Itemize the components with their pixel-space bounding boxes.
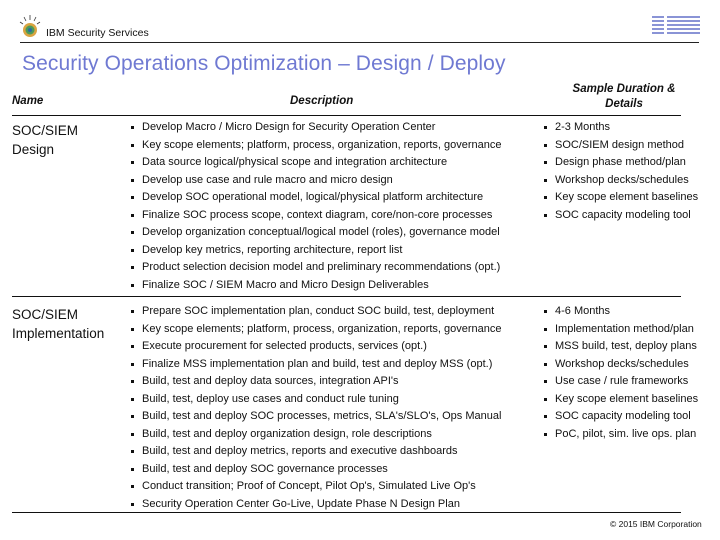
detail-item: SOC capacity modeling tool <box>544 408 698 426</box>
details-list: 2-3 Months SOC/SIEM design method Design p… <box>544 119 698 224</box>
detail-item: Design phase method/plan <box>544 154 698 172</box>
detail-item: 2-3 Months <box>544 119 698 137</box>
description-item: Build, test and deploy SOC processes, me… <box>131 408 502 426</box>
description-item: Build, test and deploy SOC governance pr… <box>131 461 502 479</box>
description-item: Security Operation Center Go-Live, Updat… <box>131 496 502 514</box>
description-list: Prepare SOC implementation plan, conduct… <box>131 303 502 513</box>
description-item: Build, test and deploy organization desi… <box>131 426 502 444</box>
detail-item: Key scope element baselines <box>544 189 698 207</box>
description-item: Develop Macro / Micro Design for Securit… <box>131 119 502 137</box>
brand-label: IBM Security Services <box>46 27 149 39</box>
column-header-name: Name <box>12 95 44 107</box>
copyright: © 2015 IBM Corporation <box>610 519 702 529</box>
ibm-security-globe-icon <box>19 15 41 37</box>
description-item: Conduct transition; Proof of Concept, Pi… <box>131 478 502 496</box>
detail-item: MSS build, test, deploy plans <box>544 338 698 356</box>
footer-rule <box>12 512 681 513</box>
header-divider <box>20 42 699 43</box>
description-item: Finalize SOC / SIEM Macro and Micro Desi… <box>131 277 502 295</box>
description-item: Key scope elements; platform, process, o… <box>131 321 502 339</box>
detail-item: Workshop decks/schedules <box>544 356 698 374</box>
description-item: Finalize SOC process scope, context diag… <box>131 207 502 225</box>
detail-item: Use case / rule frameworks <box>544 373 698 391</box>
description-item: Develop SOC operational model, logical/p… <box>131 189 502 207</box>
detail-item: SOC capacity modeling tool <box>544 207 698 225</box>
row-name: SOC/SIEM Design <box>12 123 79 157</box>
row-name: SOC/SIEM Implementation <box>12 307 105 341</box>
column-header-duration: Sample Duration & Details <box>572 83 676 110</box>
detail-item: Workshop decks/schedules <box>544 172 698 190</box>
description-list: Develop Macro / Micro Design for Securit… <box>131 119 502 294</box>
header-rule <box>12 115 681 116</box>
description-item: Product selection decision model and pre… <box>131 259 502 277</box>
description-item: Build, test and deploy data sources, int… <box>131 373 502 391</box>
column-header-description: Description <box>290 95 354 107</box>
detail-item: 4-6 Months <box>544 303 698 321</box>
row-divider <box>12 296 681 297</box>
description-item: Execute procurement for selected product… <box>131 338 502 356</box>
description-item: Build, test and deploy metrics, reports … <box>131 443 502 461</box>
description-item: Develop use case and rule macro and micr… <box>131 172 502 190</box>
description-item: Finalize MSS implementation plan and bui… <box>131 356 502 374</box>
ibm-striped-logo-icon <box>652 16 700 34</box>
description-item: Develop organization conceptual/logical … <box>131 224 502 242</box>
description-item: Prepare SOC implementation plan, conduct… <box>131 303 502 321</box>
description-item: Develop key metrics, reporting architect… <box>131 242 502 260</box>
detail-item: SOC/SIEM design method <box>544 137 698 155</box>
description-item: Data source logical/physical scope and i… <box>131 154 502 172</box>
description-item: Key scope elements; platform, process, o… <box>131 137 502 155</box>
detail-item: Key scope element baselines <box>544 391 698 409</box>
page-title: Security Operations Optimization – Desig… <box>22 52 506 75</box>
details-list: 4-6 Months Implementation method/plan MSS … <box>544 303 698 443</box>
description-item: Build, test, deploy use cases and conduc… <box>131 391 502 409</box>
detail-item: PoC, pilot, sim. live ops. plan <box>544 426 698 444</box>
detail-item: Implementation method/plan <box>544 321 698 339</box>
